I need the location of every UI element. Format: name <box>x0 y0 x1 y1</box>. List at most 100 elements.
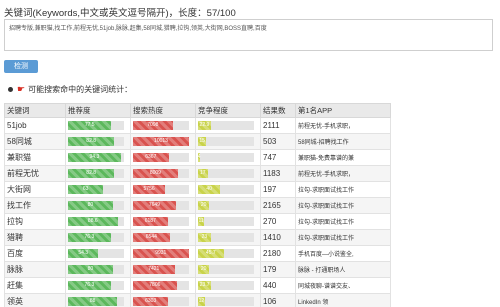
competition-cell: 15 <box>195 133 261 150</box>
recommend-bar: 77.5 <box>68 121 112 130</box>
recommend-bar-track: 88 <box>68 297 124 306</box>
heat-bar: 9931 <box>133 249 189 258</box>
heat-value: 9931 <box>155 250 167 256</box>
recommend-bar-track: 76.3 <box>68 281 124 290</box>
competition-bar-track: 15 <box>198 137 254 146</box>
header-keyword[interactable]: 关键词 <box>4 103 66 118</box>
recommend-cell: 88.6 <box>65 213 131 230</box>
keyword-cell: 脉脉 <box>4 261 66 278</box>
competition-bar: 4 <box>197 153 201 162</box>
competition-cell: 23.7 <box>195 277 261 294</box>
recommend-cell: 80 <box>65 261 131 278</box>
keywords-textarea[interactable]: 招聘专版,兼职猫,找工作,前程无忧,51job,脉脉,赶集,58同城,猎聘,拉钩… <box>4 19 493 51</box>
recommend-value: 76.3 <box>84 282 95 288</box>
top-app-cell[interactable]: 兼职猫-免费靠谱的兼 <box>295 149 391 166</box>
heat-bar-track: 10013 <box>133 137 189 146</box>
table-row: 拉钩 88.6 6187 11 270 拉勾-求职面试找工作 <box>4 213 391 230</box>
top-app-cell[interactable]: 拉勾-求职面试找工作 <box>295 229 391 246</box>
heat-bar: 6187 <box>133 217 168 226</box>
detect-button[interactable]: 检测 <box>4 60 38 73</box>
top-app-cell[interactable]: 拉勾-求职面试找工作 <box>295 181 391 198</box>
recommend-bar: 94.3 <box>68 153 121 162</box>
top-app-cell[interactable]: 前程无忧-手机求职， <box>295 165 391 182</box>
header-top-app[interactable]: 第1名APP <box>295 103 391 118</box>
table-row: 兼职猫 94.3 6367 4 747 兼职猫-免费靠谱的兼 <box>4 149 391 166</box>
heat-bar: 7098 <box>133 121 173 130</box>
table-header-row: 关键词 推荐度 搜索热度 竞争程度 结果数 第1名APP <box>4 103 391 118</box>
competition-cell: 12 <box>195 293 261 307</box>
top-app-cell[interactable]: 拉勾-求职面试找工作 <box>295 197 391 214</box>
competition-cell: 45.7 <box>195 245 261 262</box>
results-cell: 2165 <box>260 197 296 214</box>
header-competition[interactable]: 竞争程度 <box>195 103 261 118</box>
header-results[interactable]: 结果数 <box>260 103 296 118</box>
keyword-cell: 赶集 <box>4 277 66 294</box>
recommend-value: 88.6 <box>87 218 98 224</box>
heat-cell: 7098 <box>130 117 196 134</box>
table-row: 脉脉 80 7421 20 179 脉脉 - 打通职场人 <box>4 261 391 278</box>
heat-value: 7421 <box>148 266 160 272</box>
competition-bar: 23.7 <box>198 281 212 290</box>
heat-value: 7806 <box>149 282 161 288</box>
heat-bar: 10013 <box>133 137 189 146</box>
top-app-cell[interactable]: LinkedIn 领 <box>295 293 391 307</box>
recommend-bar: 76.3 <box>68 233 111 242</box>
top-app-cell[interactable]: 拉勾-求职面试找工作 <box>295 213 391 230</box>
heat-bar-track: 6367 <box>133 153 189 162</box>
results-cell: 1183 <box>260 165 296 182</box>
recommend-bar-track: 63 <box>68 185 124 194</box>
top-app-cell[interactable]: 手机百度—小说鉴全, <box>295 245 391 262</box>
competition-value: 20 <box>200 202 207 208</box>
competition-value: 4 <box>197 154 201 160</box>
top-app-cell[interactable]: 58同城-招聘找工作 <box>295 133 391 150</box>
results-cell: 197 <box>260 181 296 198</box>
competition-cell: 40 <box>195 181 261 198</box>
results-cell: 440 <box>260 277 296 294</box>
keyword-tool-panel: 关键词(Keywords,中文或英文逗号隔开)，长度：57/100 招聘专版,兼… <box>0 0 500 307</box>
recommend-bar: 54.3 <box>68 249 99 258</box>
competition-bar: 45.7 <box>198 249 224 258</box>
bullet-icon <box>8 87 13 92</box>
heat-cell: 7806 <box>130 277 196 294</box>
heat-bar: 8009 <box>133 169 178 178</box>
heat-cell: 8009 <box>130 165 196 182</box>
keywords-title: 关键词(Keywords,中文或英文逗号隔开)，长度：57/100 <box>4 8 236 19</box>
keyword-cell: 58同城 <box>4 133 66 150</box>
table-row: 领英 88 6303 12 106 LinkedIn 领 <box>4 293 391 307</box>
top-app-cell[interactable]: 脉脉 - 打通职场人 <box>295 261 391 278</box>
competition-bar-track: 23 <box>198 233 254 242</box>
header-heat[interactable]: 搜索热度 <box>130 103 196 118</box>
recommend-value: 94.3 <box>89 154 100 160</box>
competition-value: 22.9 <box>199 122 210 128</box>
pointing-hand-icon: ☛ <box>17 84 26 94</box>
recommend-value: 82.8 <box>86 138 97 144</box>
recommend-bar-track: 80 <box>68 265 124 274</box>
recommend-bar-track: 82.8 <box>68 137 124 146</box>
recommend-cell: 77.5 <box>65 117 131 134</box>
top-app-cell[interactable]: 同城夜聊-谱谱交友、 <box>295 277 391 294</box>
recommend-value: 82.8 <box>86 170 97 176</box>
results-cell: 2180 <box>260 245 296 262</box>
heat-bar-track: 8009 <box>133 169 189 178</box>
heat-bar-track: 5756 <box>133 185 189 194</box>
recommend-value: 77.5 <box>84 122 95 128</box>
results-cell: 503 <box>260 133 296 150</box>
recommend-cell: 76.3 <box>65 229 131 246</box>
top-app-cell[interactable]: 前程无忧-手机求职， <box>295 117 391 134</box>
heat-cell: 6367 <box>130 149 196 166</box>
keyword-cell: 前程无忧 <box>4 165 66 182</box>
recommend-cell: 80 <box>65 197 131 214</box>
competition-value: 20 <box>200 266 207 272</box>
keyword-cell: 猎聘 <box>4 229 66 246</box>
keyword-stats-table: 关键词 推荐度 搜索热度 竞争程度 结果数 第1名APP 51job 77.5 70… <box>4 103 391 307</box>
heat-bar-track: 7806 <box>133 281 189 290</box>
recommend-cell: 94.3 <box>65 149 131 166</box>
header-recommend[interactable]: 推荐度 <box>65 103 131 118</box>
competition-value: 23.7 <box>199 282 210 288</box>
competition-bar: 20 <box>198 265 210 274</box>
competition-cell: 22.9 <box>195 117 261 134</box>
heat-bar: 6544 <box>133 233 170 242</box>
competition-bar-track: 20 <box>198 201 254 210</box>
keyword-cell: 大街网 <box>4 181 66 198</box>
competition-bar-track: 20 <box>198 265 254 274</box>
